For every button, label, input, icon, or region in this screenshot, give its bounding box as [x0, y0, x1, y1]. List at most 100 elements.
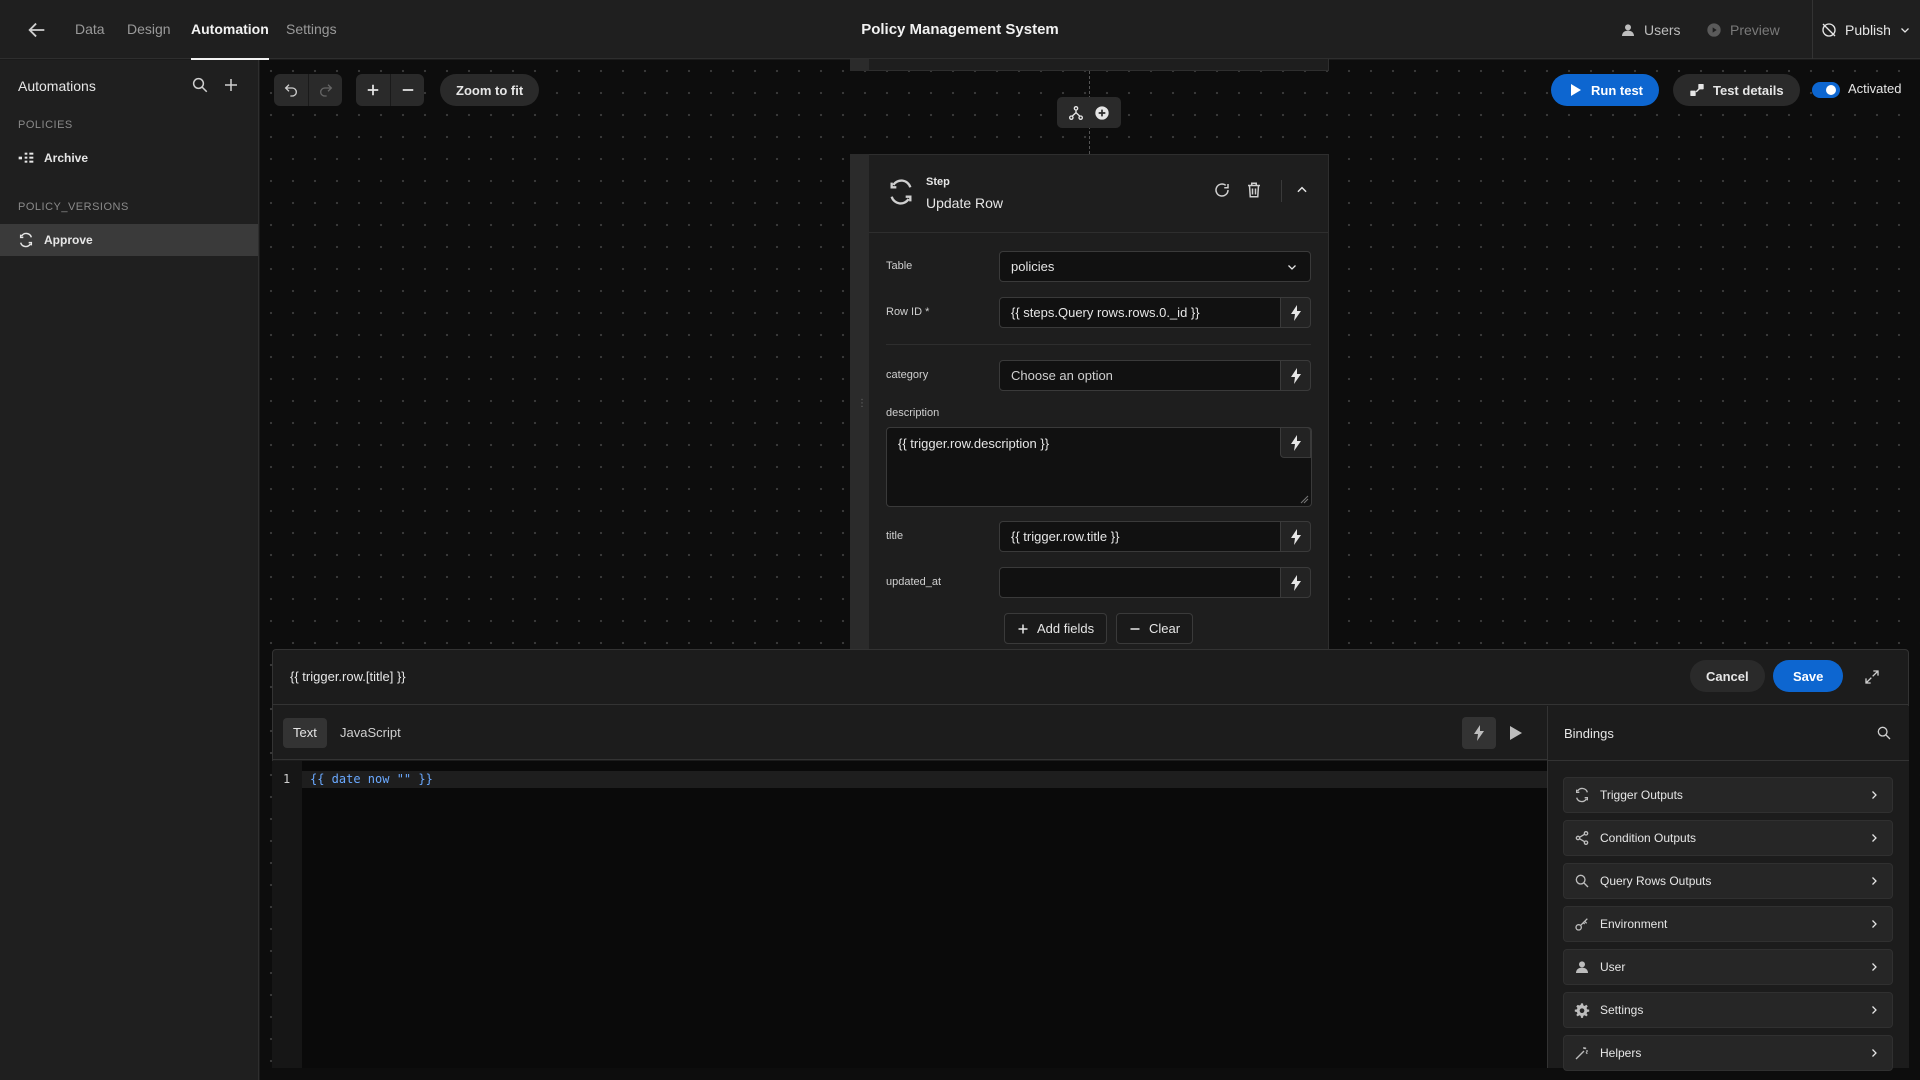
publish-button[interactable]: Publish: [1812, 0, 1920, 59]
lightning-icon[interactable]: [1280, 297, 1311, 328]
clear-label: Clear: [1149, 621, 1181, 636]
chevron-right-icon: [1868, 832, 1880, 844]
binding-settings[interactable]: Settings: [1563, 992, 1893, 1028]
description-value: {{ trigger.row.description }}: [898, 436, 1050, 451]
sync-icon: [887, 178, 915, 206]
row-id-input[interactable]: {{ steps.Query rows.rows.0._id }}: [999, 297, 1281, 328]
lightning-icon[interactable]: [1462, 717, 1496, 749]
toggle-knob: [1826, 85, 1836, 95]
add-icon[interactable]: [222, 76, 240, 94]
preview-button[interactable]: Preview: [1706, 0, 1780, 59]
tab-settings[interactable]: Settings: [286, 0, 337, 59]
trash-icon[interactable]: [1245, 181, 1263, 199]
cancel-button[interactable]: Cancel: [1690, 660, 1765, 692]
binding-environment[interactable]: Environment: [1563, 906, 1893, 942]
table-select[interactable]: policies: [999, 251, 1311, 282]
step-title: Update Row: [926, 195, 1004, 211]
sidebar-section-policies: POLICIES: [18, 119, 73, 131]
description-label: description: [886, 407, 940, 419]
tab-data[interactable]: Data: [75, 0, 105, 59]
divider: [869, 232, 1329, 233]
zoom-out-icon[interactable]: [390, 74, 424, 106]
play-icon: [1567, 82, 1583, 98]
add-fields-button[interactable]: Add fields: [1004, 613, 1108, 644]
add-fields-label: Add fields: [1037, 621, 1095, 636]
sidebar-item-approve[interactable]: Approve: [0, 224, 258, 256]
resize-handle-icon[interactable]: [1300, 495, 1309, 504]
refresh-icon[interactable]: [1213, 181, 1231, 199]
zoom-in-icon[interactable]: [356, 74, 390, 106]
test-details-button[interactable]: Test details: [1673, 74, 1800, 106]
row-id-label: Row ID *: [886, 306, 930, 318]
binding-helpers[interactable]: Helpers: [1563, 1035, 1893, 1071]
active-line-highlight: [302, 771, 1547, 788]
chevron-down-icon: [1899, 24, 1911, 36]
save-button[interactable]: Save: [1773, 660, 1844, 692]
redo-icon[interactable]: [308, 74, 342, 106]
previous-step-card[interactable]: [850, 59, 1329, 71]
sidebar-item-label: Archive: [44, 151, 89, 165]
sidebar-item-archive[interactable]: Archive: [0, 142, 258, 174]
lightning-icon[interactable]: [1280, 360, 1311, 391]
minus-icon: [1129, 623, 1141, 635]
category-label: category: [886, 369, 929, 381]
zoom-to-fit-button[interactable]: Zoom to fit: [440, 74, 540, 106]
plus-icon: [1017, 623, 1029, 635]
divider: [1548, 760, 1909, 761]
chevron-up-icon[interactable]: [1295, 183, 1309, 197]
divider: [1281, 180, 1282, 202]
branch-split-icon[interactable]: [1068, 105, 1084, 121]
description-textarea[interactable]: {{ trigger.row.description }}: [886, 427, 1312, 507]
binding-user[interactable]: User: [1563, 949, 1893, 985]
binding-condition-outputs[interactable]: Condition Outputs: [1563, 820, 1893, 856]
step-kicker: Step: [926, 176, 950, 188]
tab-javascript[interactable]: JavaScript: [330, 718, 411, 748]
sync-icon: [1574, 787, 1590, 803]
binding-label: Helpers: [1600, 1046, 1642, 1060]
clear-button[interactable]: Clear: [1116, 613, 1194, 644]
code-line[interactable]: {{ date now "" }}: [310, 772, 433, 786]
tab-automation[interactable]: Automation: [191, 0, 269, 60]
category-select[interactable]: Choose an option: [999, 360, 1281, 391]
binding-trigger-outputs[interactable]: Trigger Outputs: [1563, 777, 1893, 813]
lightning-icon[interactable]: [1280, 427, 1311, 458]
binding-title: {{ trigger.row.[title] }}: [290, 669, 406, 684]
user-icon: [1574, 959, 1590, 975]
run-test-button[interactable]: Run test: [1551, 74, 1659, 106]
share-icon: [1574, 830, 1590, 846]
users-button[interactable]: Users: [1620, 0, 1681, 59]
add-step-icon[interactable]: [1094, 105, 1110, 121]
activated-toggle[interactable]: [1812, 82, 1840, 98]
run-test-label: Run test: [1591, 82, 1643, 98]
chevron-right-icon: [1868, 875, 1880, 887]
publish-icon: [1821, 22, 1837, 38]
lightning-icon[interactable]: [1280, 521, 1311, 552]
code-editor[interactable]: [272, 761, 1547, 1068]
branch-icon: [18, 151, 34, 165]
drag-handle-icon[interactable]: ⋮: [857, 398, 867, 409]
tab-design[interactable]: Design: [127, 0, 171, 59]
title-input[interactable]: {{ trigger.row.title }}: [999, 521, 1281, 552]
undo-icon[interactable]: [274, 74, 308, 106]
binding-label: Condition Outputs: [1600, 831, 1697, 845]
sync-icon: [18, 232, 34, 248]
connector-actions: [1057, 97, 1121, 128]
tab-text[interactable]: Text: [283, 718, 327, 748]
publish-label: Publish: [1845, 21, 1891, 38]
binding-query-rows-outputs[interactable]: Query Rows Outputs: [1563, 863, 1893, 899]
binding-label: Environment: [1600, 917, 1668, 931]
search-icon[interactable]: [191, 76, 209, 94]
sidebar: Automations POLICIES Archive POLICY_VERS…: [0, 60, 259, 1080]
updated-at-input[interactable]: [999, 567, 1281, 598]
lightning-icon[interactable]: [1280, 567, 1311, 598]
activated-label: Activated: [1848, 81, 1902, 96]
editor-tabs: Text JavaScript: [272, 706, 1547, 760]
search-icon[interactable]: [1876, 725, 1892, 741]
bindings-title: Bindings: [1564, 726, 1614, 741]
back-arrow-icon[interactable]: [26, 19, 48, 41]
expand-icon[interactable]: [1864, 669, 1880, 685]
editor-header: {{ trigger.row.[title] }} Cancel Save: [272, 649, 1909, 705]
users-label: Users: [1644, 21, 1681, 38]
chevron-right-icon: [1868, 1004, 1880, 1016]
play-icon[interactable]: [1509, 725, 1523, 741]
